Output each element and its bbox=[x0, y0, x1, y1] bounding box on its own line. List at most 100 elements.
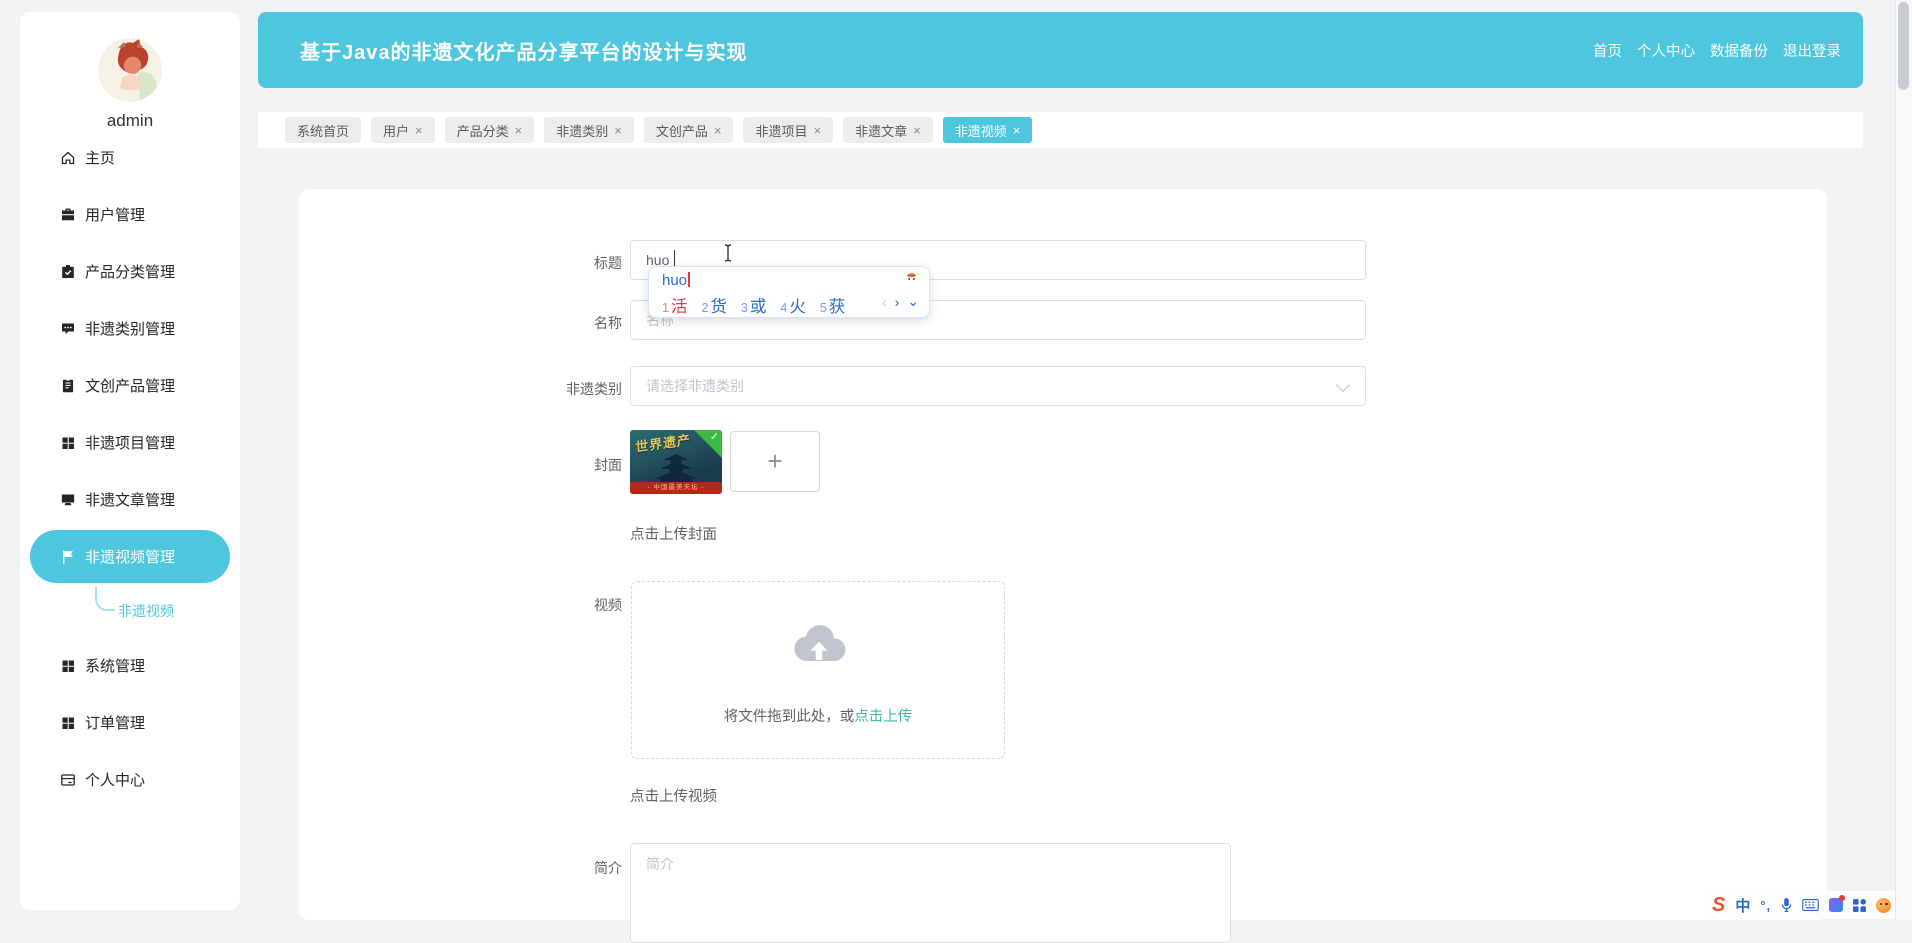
tab-label: 非遗文章 bbox=[855, 121, 907, 140]
sidebar-item-product-category-mgmt[interactable]: 产品分类管理 bbox=[20, 243, 240, 300]
ime-popup: huo 1活 2货 3或 4火 5获 ‹ › ⌄ bbox=[648, 266, 930, 318]
sidebar-item-heritage-category-mgmt[interactable]: 非遗类别管理 bbox=[20, 300, 240, 357]
sidebar-item-label: 用户管理 bbox=[85, 204, 145, 225]
chat-bubble-icon bbox=[60, 321, 76, 337]
sidebar-item-label: 订单管理 bbox=[85, 712, 145, 733]
tab-bar: 系统首页 用户 × 产品分类 × 非遗类别 × 文创产品 × 非遗项目 × 非遗… bbox=[258, 112, 1863, 148]
ime-candidate[interactable]: 1活 bbox=[662, 293, 687, 317]
tab-heritage-category[interactable]: 非遗类别 × bbox=[544, 117, 634, 143]
tab-close-icon[interactable]: × bbox=[614, 123, 622, 138]
scrollbar-thumb[interactable] bbox=[1898, 2, 1909, 90]
submenu-label: 非遗视频 bbox=[118, 601, 174, 621]
cover-label: 封面 bbox=[502, 455, 622, 475]
cover-upload-hint: 点击上传封面 bbox=[630, 523, 717, 544]
sidebar-item-label: 主页 bbox=[85, 147, 115, 168]
briefcase-icon bbox=[60, 207, 76, 223]
cover-upload-button[interactable]: + bbox=[730, 431, 820, 492]
tab-label: 非遗项目 bbox=[755, 121, 807, 140]
sidebar-item-personal-center[interactable]: 个人中心 bbox=[20, 751, 240, 808]
header-link-personal-center[interactable]: 个人中心 bbox=[1637, 40, 1695, 61]
tab-system-home[interactable]: 系统首页 bbox=[285, 117, 361, 143]
grid-icon bbox=[60, 715, 76, 731]
ime-mascot-icon[interactable] bbox=[903, 272, 920, 285]
category-select[interactable] bbox=[630, 366, 1366, 406]
pagoda-graphic bbox=[646, 454, 706, 484]
ime-next-page-icon[interactable]: › bbox=[895, 294, 900, 310]
form-card bbox=[299, 189, 1827, 920]
ime-candidate[interactable]: 2货 bbox=[701, 293, 726, 317]
sidebar-item-heritage-video-mgmt[interactable]: 非遗视频管理 bbox=[30, 530, 230, 583]
sidebar-item-label: 个人中心 bbox=[85, 769, 145, 790]
tab-heritage-project[interactable]: 非遗项目 × bbox=[743, 117, 833, 143]
click-upload-link[interactable]: 点击上传 bbox=[854, 709, 912, 725]
tab-heritage-article[interactable]: 非遗文章 × bbox=[843, 117, 933, 143]
tab-close-icon[interactable]: × bbox=[1013, 123, 1021, 138]
tab-close-icon[interactable]: × bbox=[813, 123, 821, 138]
page-title: 基于Java的非遗文化产品分享平台的设计与实现 bbox=[300, 36, 748, 65]
sidebar-item-label: 非遗视频管理 bbox=[85, 546, 175, 567]
ime-candidate[interactable]: 4火 bbox=[780, 293, 805, 317]
header-link-data-backup[interactable]: 数据备份 bbox=[1710, 40, 1768, 61]
header-link-home[interactable]: 首页 bbox=[1593, 40, 1622, 61]
tab-heritage-video[interactable]: 非遗视频 × bbox=[943, 117, 1033, 143]
video-upload-hint: 点击上传视频 bbox=[630, 785, 717, 806]
avatar[interactable] bbox=[98, 38, 162, 102]
tab-product-category[interactable]: 产品分类 × bbox=[445, 117, 535, 143]
document-icon bbox=[60, 378, 76, 394]
scrollbar-track[interactable] bbox=[1895, 0, 1912, 920]
cover-thumbnail[interactable]: 世界遗产 - 中国最美天坛 - ✓ bbox=[630, 430, 722, 494]
home-icon bbox=[60, 150, 76, 166]
grid-icon bbox=[60, 435, 76, 451]
tab-label: 文创产品 bbox=[656, 121, 708, 140]
video-dropzone[interactable]: 将文件拖到此处，或点击上传 bbox=[631, 581, 1005, 759]
intro-textarea[interactable] bbox=[630, 843, 1231, 943]
tab-close-icon[interactable]: × bbox=[913, 123, 921, 138]
sidebar-item-order-mgmt[interactable]: 订单管理 bbox=[20, 694, 240, 751]
ime-caret bbox=[688, 272, 690, 287]
thumbnail-caption-text: - 中国最美天坛 - bbox=[630, 482, 722, 494]
skin-icon[interactable] bbox=[1829, 898, 1843, 912]
sidebar-item-user-mgmt[interactable]: 用户管理 bbox=[20, 186, 240, 243]
submenu-connector bbox=[95, 587, 115, 611]
emoji-icon[interactable] bbox=[1876, 898, 1891, 913]
video-label: 视频 bbox=[502, 595, 622, 615]
sidebar-item-heritage-article-mgmt[interactable]: 非遗文章管理 bbox=[20, 471, 240, 528]
sidebar-item-label: 文创产品管理 bbox=[85, 375, 175, 396]
sidebar-subitem-heritage-video[interactable]: 非遗视频 bbox=[20, 585, 240, 637]
category-label: 非遗类别 bbox=[502, 379, 622, 399]
username: admin bbox=[20, 111, 240, 131]
ime-pinyin: huo bbox=[662, 272, 690, 289]
sidebar-item-home[interactable]: 主页 bbox=[20, 129, 240, 186]
ime-expand-icon[interactable]: ⌄ bbox=[907, 293, 919, 310]
sidebar-item-cultural-product-mgmt[interactable]: 文创产品管理 bbox=[20, 357, 240, 414]
tab-label: 系统首页 bbox=[297, 121, 349, 140]
tab-cultural-product[interactable]: 文创产品 × bbox=[644, 117, 734, 143]
tab-label: 非遗类别 bbox=[556, 121, 608, 140]
ime-candidates: 1活 2货 3或 4火 5获 bbox=[662, 293, 845, 317]
sidebar-item-system-mgmt[interactable]: 系统管理 bbox=[20, 637, 240, 694]
toolbox-icon[interactable] bbox=[1853, 899, 1866, 912]
header-bar: 基于Java的非遗文化产品分享平台的设计与实现 首页 个人中心 数据备份 退出登… bbox=[258, 12, 1863, 88]
plus-icon: + bbox=[767, 446, 782, 477]
chinese-mode-icon[interactable]: 中 bbox=[1735, 895, 1750, 916]
upload-cloud-icon bbox=[784, 620, 852, 668]
sidebar-item-label: 非遗文章管理 bbox=[85, 489, 175, 510]
ime-prev-page-icon[interactable]: ‹ bbox=[882, 294, 887, 310]
header-link-logout[interactable]: 退出登录 bbox=[1783, 40, 1841, 61]
tab-label: 产品分类 bbox=[457, 121, 509, 140]
sidebar-item-heritage-project-mgmt[interactable]: 非遗项目管理 bbox=[20, 414, 240, 471]
sidebar-item-label: 系统管理 bbox=[85, 655, 145, 676]
punctuation-icon[interactable]: °, bbox=[1760, 898, 1771, 913]
thumbnail-title-text: 世界遗产 bbox=[635, 430, 691, 456]
ime-candidate[interactable]: 5获 bbox=[820, 293, 845, 317]
keyboard-icon[interactable] bbox=[1802, 899, 1819, 911]
tab-close-icon[interactable]: × bbox=[415, 123, 423, 138]
tab-close-icon[interactable]: × bbox=[714, 123, 722, 138]
ime-candidate[interactable]: 3或 bbox=[741, 293, 766, 317]
microphone-icon[interactable] bbox=[1781, 897, 1792, 913]
ime-toolbar: S 中 °, bbox=[1706, 891, 1897, 919]
sogou-logo-icon[interactable]: S bbox=[1712, 894, 1725, 917]
sidebar-item-label: 产品分类管理 bbox=[85, 261, 175, 282]
tab-user[interactable]: 用户 × bbox=[371, 117, 435, 143]
tab-close-icon[interactable]: × bbox=[515, 123, 523, 138]
